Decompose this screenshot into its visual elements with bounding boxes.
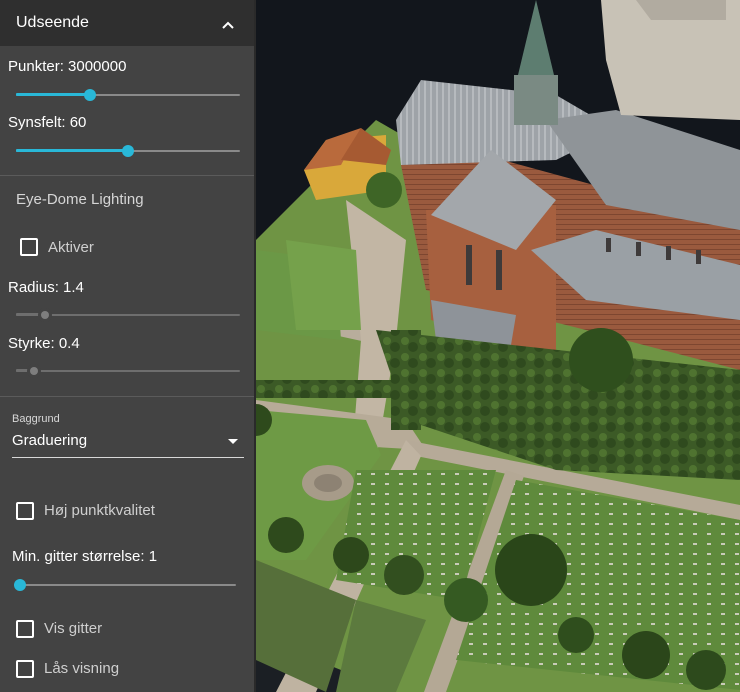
- min-grid-slider-track: [20, 584, 236, 586]
- edl-enable-checkbox[interactable]: [20, 238, 38, 256]
- min-grid-label: Min. gitter størrelse: 1: [12, 548, 158, 565]
- panel-title: Udseende: [16, 14, 89, 31]
- divider: [0, 396, 254, 397]
- background-select[interactable]: Graduering: [12, 428, 244, 458]
- edl-enable-label: Aktiver: [48, 239, 94, 256]
- points-slider[interactable]: [16, 87, 240, 103]
- point-cloud-viewer[interactable]: [256, 0, 740, 692]
- min-grid-slider-thumb[interactable]: [14, 579, 26, 591]
- edl-strength-slider-thumb[interactable]: [29, 367, 38, 375]
- edl-strength-slider-track: [16, 370, 240, 372]
- chevron-up-icon[interactable]: [218, 15, 238, 35]
- show-grid-checkbox[interactable]: [16, 620, 34, 638]
- edl-radius-label: Radius: 1.4: [8, 279, 84, 296]
- background-select-caption: Baggrund: [12, 413, 60, 425]
- caret-down-icon: [228, 439, 238, 444]
- points-slider-thumb[interactable]: [83, 89, 96, 101]
- lock-view-label: Lås visning: [44, 660, 120, 677]
- divider: [0, 175, 254, 176]
- fov-slider-thumb[interactable]: [122, 145, 134, 157]
- high-quality-label: Høj punktkvalitet: [44, 502, 155, 519]
- fov-slider-fill: [16, 149, 128, 152]
- min-grid-slider[interactable]: [14, 577, 236, 593]
- fov-slider[interactable]: [16, 143, 240, 159]
- points-label: Punkter: 3000000: [8, 58, 127, 75]
- show-grid-label: Vis gitter: [44, 620, 103, 637]
- edl-strength-slider[interactable]: [16, 363, 240, 379]
- edl-section-title: Eye-Dome Lighting: [16, 191, 144, 208]
- appearance-panel: Udseende Punkter: 3000000 Synsfelt: 60 E…: [0, 0, 256, 692]
- panel-header[interactable]: Udseende: [0, 0, 254, 46]
- high-quality-checkbox[interactable]: [16, 502, 34, 520]
- lock-view-checkbox[interactable]: [16, 660, 34, 678]
- edl-radius-slider-thumb[interactable]: [41, 311, 50, 319]
- edl-radius-slider[interactable]: [16, 307, 240, 323]
- background-select-value: Graduering: [12, 432, 88, 449]
- edl-radius-slider-track: [16, 314, 240, 316]
- edl-strength-label: Styrke: 0.4: [8, 335, 80, 352]
- fov-label: Synsfelt: 60: [8, 114, 87, 131]
- point-cloud-scene: [256, 0, 740, 692]
- points-slider-fill: [16, 93, 90, 96]
